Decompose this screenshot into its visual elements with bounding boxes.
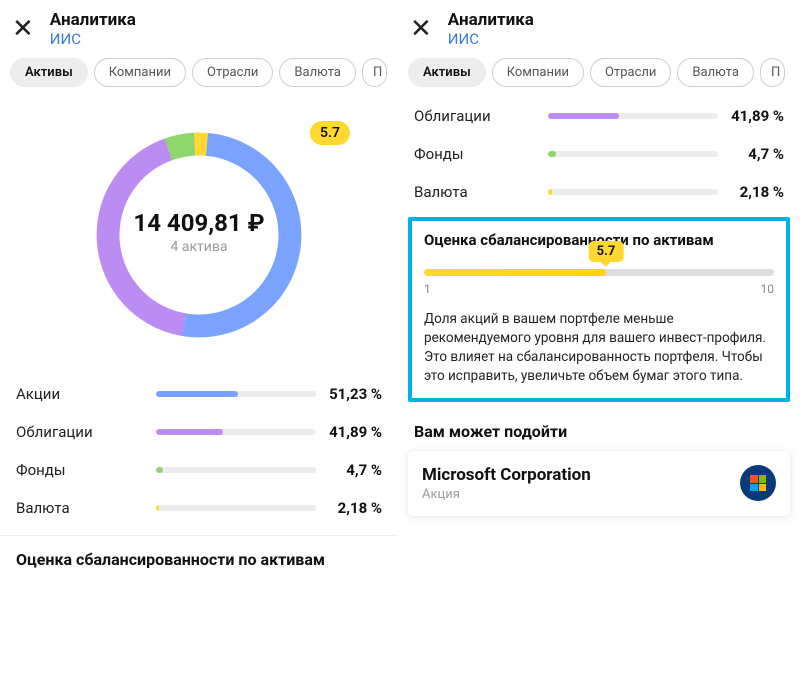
- asset-row-bonds[interactable]: Облигации 41,89 %: [16, 413, 382, 451]
- header-title-block: Аналитика ИИС: [50, 10, 136, 48]
- suggestion-card[interactable]: Microsoft Corporation Акция: [408, 451, 790, 516]
- tab-companies[interactable]: Компании: [492, 58, 584, 87]
- asset-bar: [156, 505, 316, 511]
- asset-name: Облигации: [414, 107, 540, 125]
- scale-min-label: 1: [424, 282, 431, 296]
- asset-name: Фонды: [414, 145, 540, 163]
- header: ✕ Аналитика ИИС: [398, 0, 800, 54]
- tab-assets[interactable]: Активы: [10, 58, 88, 87]
- balance-scale-badge: 5.7: [589, 241, 624, 262]
- tab-sectors[interactable]: Отрасли: [590, 58, 671, 87]
- tabs-row: Активы Компании Отрасли Валюта П: [0, 54, 398, 97]
- suggestions-header: Вам может подойти: [398, 412, 800, 451]
- asset-bar: [548, 151, 718, 157]
- balance-scale-track: [424, 269, 774, 276]
- asset-pct: 4,7 %: [324, 461, 382, 479]
- asset-pct: 41,89 %: [726, 107, 784, 125]
- panel-analytics-detail: ✕ Аналитика ИИС Активы Компании Отрасли …: [398, 0, 800, 673]
- asset-allocation-list: Облигации 41,89 % Фонды 4,7 % Валюта 2,1…: [398, 97, 800, 211]
- close-icon[interactable]: ✕: [410, 10, 432, 42]
- asset-name: Фонды: [16, 461, 148, 479]
- tab-sectors[interactable]: Отрасли: [192, 58, 273, 87]
- asset-pct: 2,18 %: [726, 183, 784, 201]
- asset-pct: 4,7 %: [726, 145, 784, 163]
- balance-scale-fill: [424, 269, 606, 276]
- suggestion-text: Microsoft Corporation Акция: [422, 465, 591, 502]
- asset-row-funds[interactable]: Фонды 4,7 %: [414, 135, 784, 173]
- asset-pct: 2,18 %: [324, 499, 382, 517]
- header: ✕ Аналитика ИИС: [0, 0, 398, 54]
- header-title-block: Аналитика ИИС: [448, 10, 534, 48]
- tab-companies[interactable]: Компании: [94, 58, 186, 87]
- tab-overflow[interactable]: П: [760, 58, 785, 87]
- tab-currency[interactable]: Валюта: [677, 58, 754, 87]
- balance-score-badge[interactable]: 5.7: [310, 121, 350, 145]
- asset-name: Облигации: [16, 423, 148, 441]
- asset-bar: [548, 113, 718, 119]
- balance-scale-labels: 1 10: [424, 282, 774, 296]
- asset-name: Акции: [16, 385, 148, 403]
- balance-section-title: Оценка сбалансированности по активам: [0, 536, 398, 573]
- asset-pct: 51,23 %: [324, 385, 382, 403]
- asset-name: Валюта: [16, 499, 148, 517]
- scale-max-label: 10: [761, 282, 775, 296]
- tab-overflow[interactable]: П: [362, 58, 387, 87]
- asset-pct: 41,89 %: [324, 423, 382, 441]
- asset-name: Валюта: [414, 183, 540, 201]
- close-icon[interactable]: ✕: [12, 10, 34, 42]
- tab-assets[interactable]: Активы: [408, 58, 486, 87]
- suggestion-name: Microsoft Corporation: [422, 465, 591, 485]
- account-subtitle[interactable]: ИИС: [448, 30, 534, 48]
- page-title: Аналитика: [448, 10, 534, 30]
- assets-count-label: 4 актива: [133, 239, 264, 255]
- balance-scale: 5.7 1 10: [424, 269, 774, 296]
- microsoft-logo-icon: [740, 465, 776, 501]
- asset-bar: [548, 189, 718, 195]
- asset-allocation-list: Акции 51,23 % Облигации 41,89 % Фонды 4,…: [0, 361, 398, 527]
- donut-chart-wrap: 5.7 14 409,81 ₽ 4 актива: [0, 97, 398, 361]
- asset-row-currency[interactable]: Валюта 2,18 %: [414, 173, 784, 211]
- donut-center: 14 409,81 ₽ 4 актива: [133, 209, 264, 255]
- asset-row-stocks[interactable]: Акции 51,23 %: [16, 375, 382, 413]
- asset-bar: [156, 467, 316, 473]
- asset-bar: [156, 429, 316, 435]
- portfolio-amount: 14 409,81 ₽: [133, 209, 264, 237]
- page-title: Аналитика: [50, 10, 136, 30]
- tabs-row: Активы Компании Отрасли Валюта П: [398, 54, 800, 97]
- asset-row-funds[interactable]: Фонды 4,7 %: [16, 451, 382, 489]
- account-subtitle[interactable]: ИИС: [50, 30, 136, 48]
- tab-currency[interactable]: Валюта: [279, 58, 356, 87]
- asset-row-bonds[interactable]: Облигации 41,89 %: [414, 97, 784, 135]
- balance-card-text: Доля акций в вашем портфеле меньше реком…: [424, 310, 774, 386]
- asset-row-currency[interactable]: Валюта 2,18 %: [16, 489, 382, 527]
- asset-bar: [156, 391, 316, 397]
- panel-analytics-overview: ✕ Аналитика ИИС Активы Компании Отрасли …: [0, 0, 398, 673]
- balance-score-card: Оценка сбалансированности по активам 5.7…: [408, 217, 790, 402]
- suggestion-type: Акция: [422, 487, 591, 502]
